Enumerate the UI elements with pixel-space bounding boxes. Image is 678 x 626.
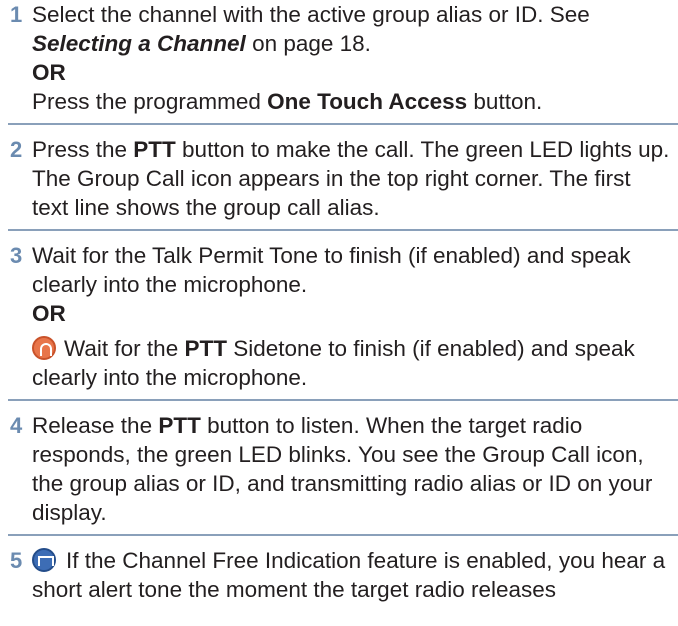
alt-option: Wait for the PTT Sidetone to finish (if … [32,334,672,392]
channel-free-indication-icon [32,548,56,572]
text-main: If the Channel Free Indication feature i… [32,548,666,602]
text-bold: PTT [133,137,176,162]
text-main: Wait for the Talk Permit Tone to finish … [32,243,631,297]
step-text: Press the PTT button to make the call. T… [32,135,672,222]
alt-text-bold: PTT [184,336,227,361]
step-5: 5 If the Channel Free Indication feature… [0,536,678,604]
cross-reference-link[interactable]: Selecting a Channel [32,31,246,56]
step-number: 2 [10,137,23,162]
step-number: 3 [10,243,23,268]
alt-text-pre: Press the programmed [32,89,268,114]
step-number: 4 [10,413,23,438]
step-text: If the Channel Free Indication feature i… [32,546,672,604]
text-bold: PTT [158,413,201,438]
step-text: Release the PTT button to listen. When t… [32,411,672,527]
alt-text-post: button. [467,89,543,114]
text-pre: Press the [32,137,134,162]
step-text: Select the channel with the active group… [32,0,672,116]
step-2: 2 Press the PTT button to make the call.… [0,125,678,222]
or-label: OR [32,60,66,85]
alt-text-bold: One Touch Access [267,89,468,114]
step-4: 4 Release the PTT button to listen. When… [0,401,678,527]
step-3: 3 Wait for the Talk Permit Tone to finis… [0,231,678,392]
step-number: 1 [10,2,23,27]
alt-text-pre: Wait for the [64,336,185,361]
step-1: 1 Select the channel with the active gro… [0,0,678,116]
or-label: OR [32,301,66,326]
step-text: Wait for the Talk Permit Tone to finish … [32,241,672,392]
procedure-steps: 1 Select the channel with the active gro… [0,0,678,604]
text-pre: Release the [32,413,159,438]
page-reference: on page 18. [245,31,371,56]
step-1-text: Select the channel with the active group… [32,2,590,27]
sidetone-icon [32,336,56,360]
step-number: 5 [10,548,23,573]
